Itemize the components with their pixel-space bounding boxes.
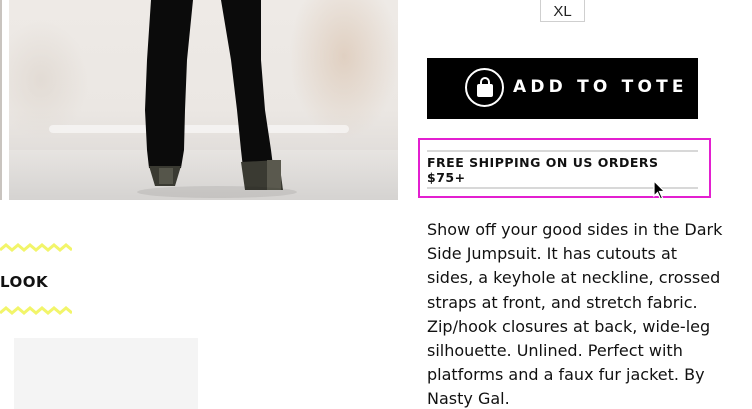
look-product-card[interactable] bbox=[14, 338, 198, 409]
product-page: XL ADD TO TOTE FREE SHIPPING ON US ORDER… bbox=[0, 0, 752, 409]
product-image[interactable] bbox=[9, 0, 398, 200]
decorative-zigzag-bottom bbox=[0, 306, 72, 315]
product-description: Show off your good sides in the Dark Sid… bbox=[427, 220, 723, 409]
previous-image-edge[interactable] bbox=[0, 0, 2, 200]
section-heading-look: LOOK bbox=[0, 273, 49, 291]
add-to-tote-button[interactable]: ADD TO TOTE bbox=[427, 58, 698, 119]
decorative-zigzag-top bbox=[0, 243, 72, 252]
shopping-bag-icon bbox=[465, 68, 504, 107]
add-to-tote-label: ADD TO TOTE bbox=[513, 77, 688, 97]
size-option-xl[interactable]: XL bbox=[540, 0, 585, 22]
mouse-pointer-icon bbox=[653, 180, 666, 200]
